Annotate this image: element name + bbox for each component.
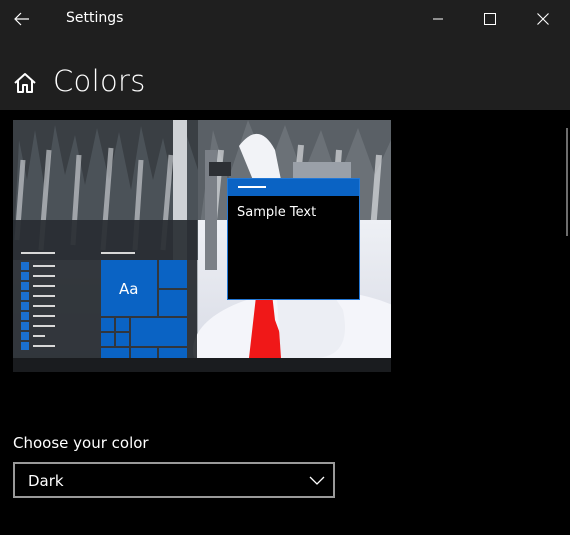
maximize-button[interactable] <box>465 0 515 38</box>
back-button[interactable] <box>6 4 38 34</box>
tile <box>116 333 129 346</box>
tile-wide <box>131 318 187 346</box>
app-title: Settings <box>66 10 124 26</box>
title-bar: Settings <box>0 0 570 38</box>
close-icon <box>537 13 549 25</box>
list-header-line <box>21 252 55 254</box>
tile <box>159 348 187 358</box>
list-item <box>21 262 61 270</box>
tile <box>101 318 114 331</box>
list-item <box>21 282 61 290</box>
theme-preview: Aa Sample Text <box>13 120 391 372</box>
tile-label: Aa <box>119 280 139 298</box>
tile <box>101 333 114 346</box>
titlebar-line <box>238 186 266 188</box>
tiles-header-line <box>101 252 135 254</box>
tile <box>159 260 187 288</box>
close-button[interactable] <box>518 0 568 38</box>
scrollbar[interactable] <box>566 128 568 236</box>
choose-color-label: Choose your color <box>13 434 149 452</box>
dropdown-selected-value: Dark <box>28 472 64 490</box>
tile-large: Aa <box>101 260 157 316</box>
tile <box>159 290 187 316</box>
tile <box>101 348 129 358</box>
maximize-icon <box>484 13 496 25</box>
sample-text: Sample Text <box>237 205 317 220</box>
tile <box>131 348 157 358</box>
start-menu-preview: Aa <box>13 220 197 358</box>
list-item <box>21 332 61 340</box>
list-item <box>21 302 61 310</box>
sample-window-preview: Sample Text <box>227 178 360 300</box>
list-item <box>21 272 61 280</box>
minimize-icon <box>433 18 443 20</box>
page-title: Colors <box>53 64 146 98</box>
chevron-down-icon <box>309 476 325 485</box>
home-button[interactable] <box>13 72 37 94</box>
page-header: Colors <box>0 38 570 110</box>
tile <box>116 318 129 331</box>
color-mode-dropdown[interactable]: Dark <box>13 462 335 498</box>
list-item <box>21 292 61 300</box>
preview-taskbar <box>13 358 391 372</box>
back-arrow-icon <box>14 12 29 26</box>
sample-window-titlebar <box>228 179 359 196</box>
list-item <box>21 322 61 330</box>
list-item <box>21 342 61 350</box>
list-item <box>21 312 61 320</box>
minimize-button[interactable] <box>413 0 463 38</box>
home-icon <box>14 73 36 93</box>
